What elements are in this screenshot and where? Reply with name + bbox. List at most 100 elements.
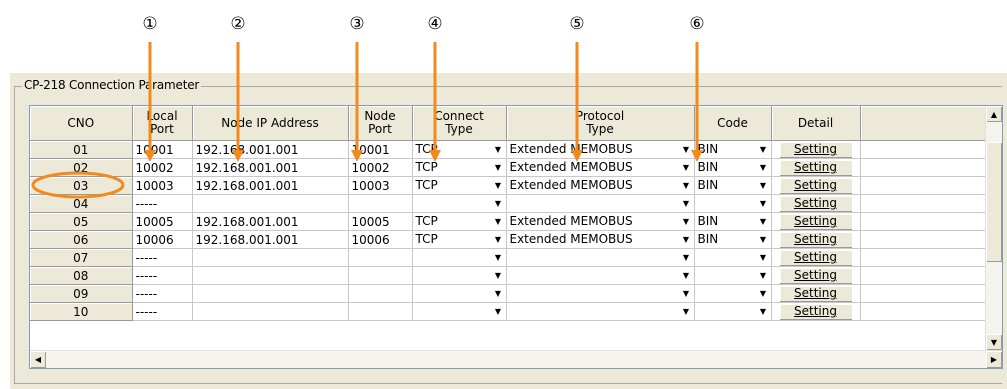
dropdown-arrow-icon[interactable]: ▼ xyxy=(490,249,505,266)
vertical-scroll-thumb[interactable] xyxy=(986,142,1002,262)
protocol-type-dropdown[interactable]: Extended MEMOBUS ▼ xyxy=(507,159,693,176)
node-ip-cell[interactable]: 192.168.001.001 xyxy=(192,212,349,231)
code-cell[interactable]: BIN ▼ xyxy=(694,230,772,249)
code-cell[interactable]: ▼ xyxy=(694,266,772,285)
code-cell[interactable]: ▼ xyxy=(694,194,772,213)
node-ip-cell[interactable] xyxy=(192,194,349,213)
connect-type-dropdown[interactable]: TCP ▼ xyxy=(413,231,505,248)
row-header-cno[interactable]: 02 xyxy=(30,158,133,177)
dropdown-arrow-icon[interactable]: ▼ xyxy=(755,177,770,194)
dropdown-arrow-icon[interactable]: ▼ xyxy=(490,231,505,248)
table-row[interactable]: 04 ----- ▼ ▼ ▼ Setting xyxy=(30,194,986,213)
node-ip-cell[interactable] xyxy=(192,248,349,267)
column-header-code[interactable]: Code xyxy=(694,106,772,141)
scroll-down-arrow-icon[interactable]: ▼ xyxy=(986,334,1002,350)
protocol-type-cell[interactable]: ▼ xyxy=(506,266,695,285)
node-ip-cell[interactable]: 192.168.001.001 xyxy=(192,158,349,177)
code-cell[interactable]: BIN ▼ xyxy=(694,212,772,231)
protocol-type-dropdown[interactable]: ▼ xyxy=(507,195,693,212)
code-cell[interactable]: BIN ▼ xyxy=(694,158,772,177)
connect-type-cell[interactable]: TCP ▼ xyxy=(412,176,507,195)
protocol-type-dropdown[interactable]: Extended MEMOBUS ▼ xyxy=(507,213,693,230)
local-port-cell[interactable]: 10005 xyxy=(132,212,193,231)
code-cell[interactable]: BIN ▼ xyxy=(694,176,772,195)
protocol-type-cell[interactable]: Extended MEMOBUS ▼ xyxy=(506,140,695,159)
dropdown-arrow-icon[interactable]: ▼ xyxy=(678,195,693,212)
protocol-type-cell[interactable]: ▼ xyxy=(506,248,695,267)
node-port-cell[interactable]: 10005 xyxy=(348,212,413,231)
dropdown-arrow-icon[interactable]: ▼ xyxy=(490,195,505,212)
connect-type-cell[interactable]: ▼ xyxy=(412,302,507,321)
node-ip-cell[interactable] xyxy=(192,284,349,303)
row-header-cno[interactable]: 10 xyxy=(30,302,133,321)
table-row[interactable]: 05 10005 192.168.001.001 10005 TCP ▼ Extended … xyxy=(30,212,986,231)
setting-button[interactable]: Setting xyxy=(779,232,852,248)
dropdown-arrow-icon[interactable]: ▼ xyxy=(678,249,693,266)
dropdown-arrow-icon[interactable]: ▼ xyxy=(755,249,770,266)
protocol-type-dropdown[interactable]: Extended MEMOBUS ▼ xyxy=(507,177,693,194)
protocol-type-cell[interactable]: Extended MEMOBUS ▼ xyxy=(506,212,695,231)
connect-type-cell[interactable]: TCP ▼ xyxy=(412,230,507,249)
connect-type-cell[interactable]: TCP ▼ xyxy=(412,212,507,231)
connect-type-dropdown[interactable]: TCP ▼ xyxy=(413,141,505,158)
connect-type-dropdown[interactable]: ▼ xyxy=(413,249,505,266)
dropdown-arrow-icon[interactable]: ▼ xyxy=(755,141,770,158)
scroll-right-arrow-icon[interactable]: ▶ xyxy=(986,351,1002,368)
row-header-cno[interactable]: 07 xyxy=(30,248,133,267)
code-dropdown[interactable]: BIN ▼ xyxy=(695,231,770,248)
local-port-cell[interactable]: ----- xyxy=(132,266,193,285)
table-row[interactable]: 09 ----- ▼ ▼ ▼ Setting xyxy=(30,284,986,303)
local-port-cell[interactable]: ----- xyxy=(132,194,193,213)
protocol-type-cell[interactable]: Extended MEMOBUS ▼ xyxy=(506,230,695,249)
setting-button[interactable]: Setting xyxy=(779,196,852,212)
dropdown-arrow-icon[interactable]: ▼ xyxy=(678,213,693,230)
dropdown-arrow-icon[interactable]: ▼ xyxy=(755,285,770,302)
dropdown-arrow-icon[interactable]: ▼ xyxy=(678,267,693,284)
protocol-type-cell[interactable]: ▼ xyxy=(506,302,695,321)
setting-button[interactable]: Setting xyxy=(779,160,852,176)
column-header-detail[interactable]: Detail xyxy=(771,106,861,141)
local-port-cell[interactable]: ----- xyxy=(132,248,193,267)
code-dropdown[interactable]: BIN ▼ xyxy=(695,159,770,176)
dropdown-arrow-icon[interactable]: ▼ xyxy=(678,303,693,320)
column-header-node-ip[interactable]: Node IP Address xyxy=(192,106,349,141)
node-port-cell[interactable]: 10001 xyxy=(348,140,413,159)
connect-type-dropdown[interactable]: ▼ xyxy=(413,285,505,302)
setting-button[interactable]: Setting xyxy=(779,250,852,266)
row-header-cno[interactable]: 08 xyxy=(30,266,133,285)
connect-type-cell[interactable]: ▼ xyxy=(412,194,507,213)
dropdown-arrow-icon[interactable]: ▼ xyxy=(490,267,505,284)
protocol-type-dropdown[interactable]: ▼ xyxy=(507,285,693,302)
code-dropdown[interactable]: BIN ▼ xyxy=(695,177,770,194)
column-header-protocol-type[interactable]: Protocol Type xyxy=(506,106,695,141)
row-header-cno[interactable]: 06 xyxy=(30,230,133,249)
table-row[interactable]: 06 10006 192.168.001.001 10006 TCP ▼ Extended … xyxy=(30,230,986,249)
dropdown-arrow-icon[interactable]: ▼ xyxy=(755,267,770,284)
node-ip-cell[interactable] xyxy=(192,302,349,321)
connect-type-cell[interactable]: ▼ xyxy=(412,248,507,267)
code-dropdown[interactable]: ▼ xyxy=(695,195,770,212)
row-header-cno[interactable]: 05 xyxy=(30,212,133,231)
column-header-connect-type[interactable]: Connect Type xyxy=(412,106,507,141)
protocol-type-dropdown[interactable]: ▼ xyxy=(507,267,693,284)
table-row[interactable]: 01 10001 192.168.001.001 10001 TCP ▼ Extended … xyxy=(30,140,986,159)
dropdown-arrow-icon[interactable]: ▼ xyxy=(490,159,505,176)
table-row[interactable]: 03 10003 192.168.001.001 10003 TCP ▼ Extended … xyxy=(30,176,986,195)
connect-type-dropdown[interactable]: TCP ▼ xyxy=(413,159,505,176)
row-header-cno[interactable]: 04 xyxy=(30,194,133,213)
dropdown-arrow-icon[interactable]: ▼ xyxy=(678,159,693,176)
protocol-type-cell[interactable]: ▼ xyxy=(506,194,695,213)
connect-type-dropdown[interactable]: ▼ xyxy=(413,195,505,212)
dropdown-arrow-icon[interactable]: ▼ xyxy=(490,141,505,158)
connect-type-cell[interactable]: TCP ▼ xyxy=(412,158,507,177)
setting-button[interactable]: Setting xyxy=(779,286,852,302)
node-port-cell[interactable]: 10006 xyxy=(348,230,413,249)
local-port-cell[interactable]: 10001 xyxy=(132,140,193,159)
protocol-type-dropdown[interactable]: ▼ xyxy=(507,249,693,266)
setting-button[interactable]: Setting xyxy=(779,268,852,284)
code-dropdown[interactable]: ▼ xyxy=(695,249,770,266)
connect-type-dropdown[interactable]: TCP ▼ xyxy=(413,213,505,230)
table-row[interactable]: 02 10002 192.168.001.001 10002 TCP ▼ Extended … xyxy=(30,158,986,177)
column-header-local-port[interactable]: Local Port xyxy=(132,106,193,141)
local-port-cell[interactable]: 10006 xyxy=(132,230,193,249)
